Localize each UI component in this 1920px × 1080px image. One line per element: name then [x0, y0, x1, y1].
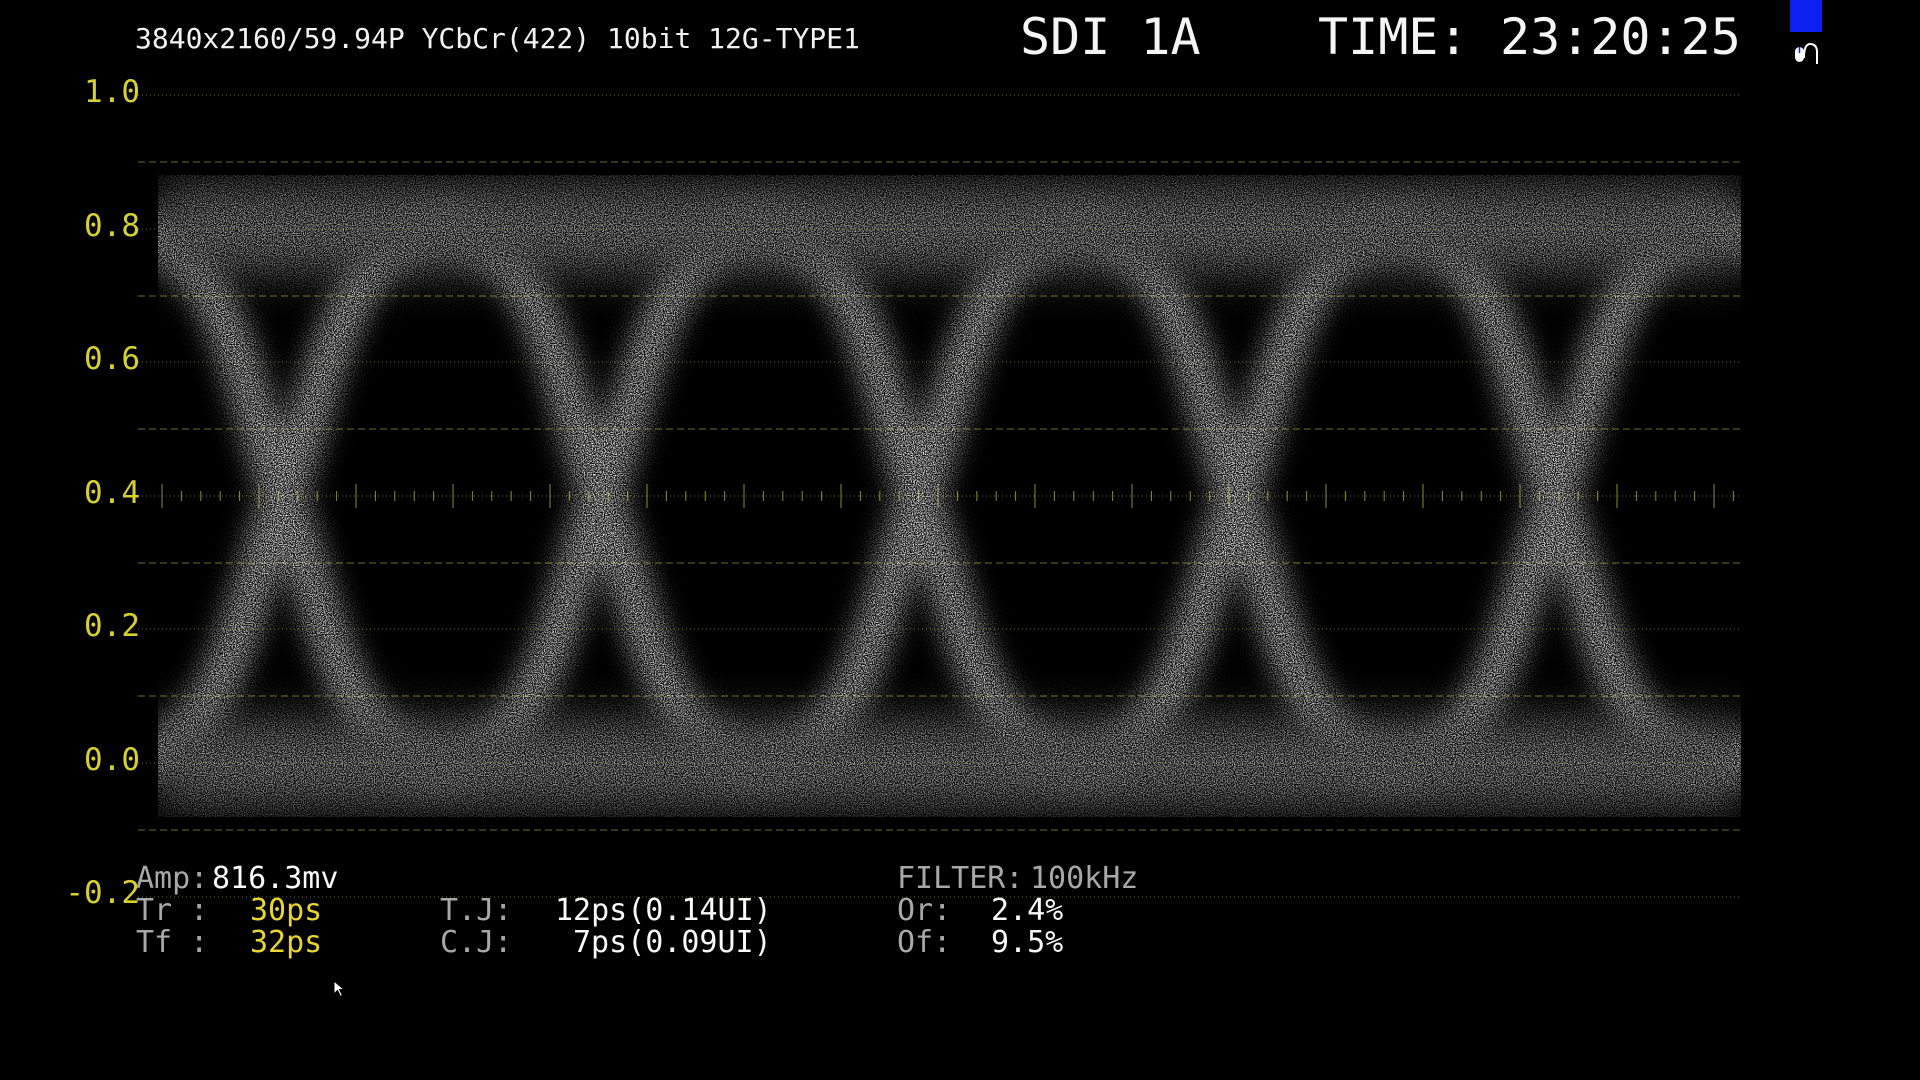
tf-label: Tf : [136, 925, 209, 960]
cj-label: C.J: [440, 925, 513, 960]
y-tick-label: 0.2 [84, 608, 140, 644]
tf-value: 32ps [250, 925, 323, 960]
tj-value: 12ps(0.14UI) [555, 893, 772, 928]
filter-label: FILTER: [897, 861, 1024, 896]
tr-label: Tr : [136, 893, 209, 928]
y-tick-label: 1.0 [84, 74, 140, 110]
tj-label: T.J: [440, 893, 513, 928]
y-tick-label: 0.8 [84, 208, 140, 244]
y-tick-label: 0.6 [84, 341, 140, 377]
mouse-pointer-icon [333, 980, 346, 998]
of-label: Of: [897, 925, 952, 960]
filter-value: 100kHz [1030, 861, 1139, 896]
cj-value: 7ps(0.09UI) [573, 925, 772, 960]
of-value: 9.5% [991, 925, 1064, 960]
or-label: Or: [897, 893, 952, 928]
amp-label: Amp: [136, 861, 209, 896]
y-tick-label: 0.4 [84, 475, 140, 511]
amp-value: 816.3mv [212, 861, 339, 896]
tr-value: 30ps [250, 893, 323, 928]
or-value: 2.4% [991, 893, 1064, 928]
y-tick-label: -0.2 [65, 875, 140, 911]
y-tick-label: 0.0 [84, 742, 140, 778]
